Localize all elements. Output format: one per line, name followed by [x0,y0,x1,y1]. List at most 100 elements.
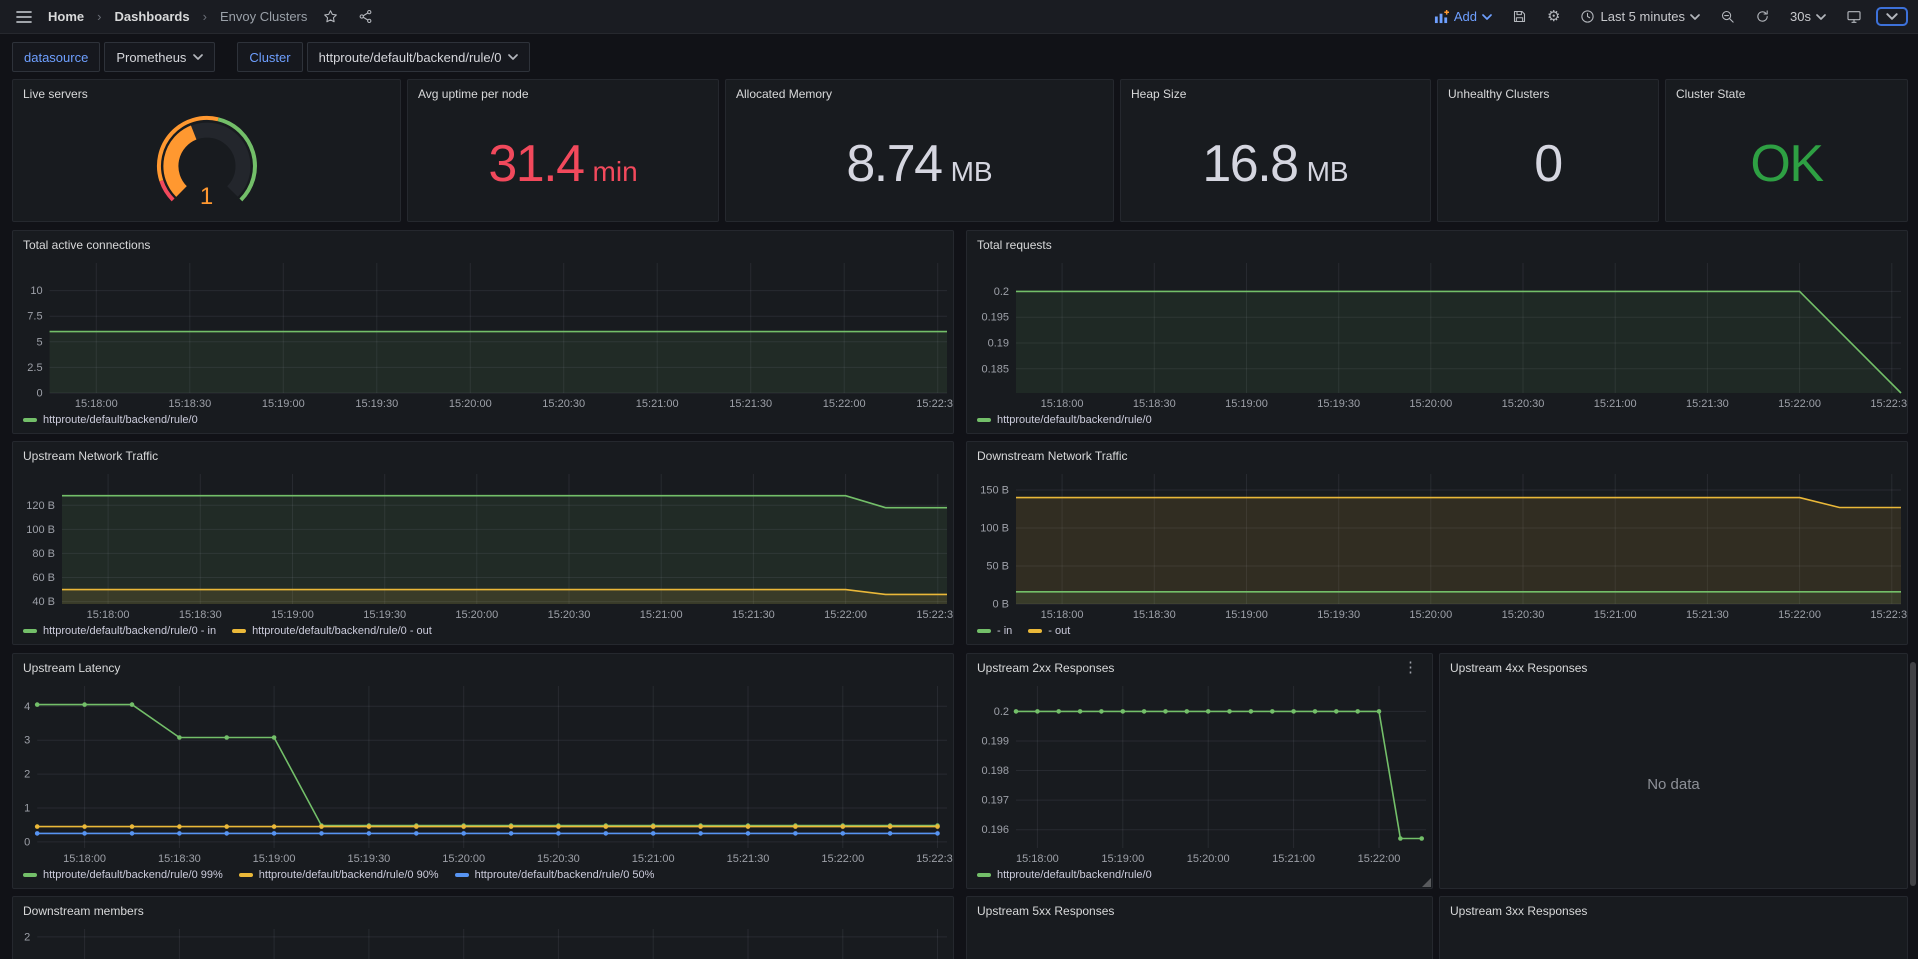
panel-title[interactable]: Avg uptime per node [408,80,718,106]
svg-text:120 B: 120 B [26,500,55,512]
time-range-picker[interactable]: Last 5 minutes [1574,5,1706,28]
svg-text:80 B: 80 B [32,548,55,560]
share-button[interactable] [352,5,379,28]
panel-cluster-state: Cluster State OK [1665,79,1908,222]
svg-text:15:21:30: 15:21:30 [1686,609,1729,621]
chart-upstream-3xx-responses[interactable] [1440,923,1907,959]
stat-value: OK [1750,138,1822,190]
svg-text:15:22:30: 15:22:30 [1870,398,1907,410]
svg-text:15:21:30: 15:21:30 [732,609,775,621]
chart-total-active-connections[interactable]: 15:18:0015:18:3015:19:0015:19:3015:20:00… [13,257,953,411]
svg-text:150 B: 150 B [980,485,1009,497]
legend-item[interactable]: httproute/default/backend/rule/0 90% [239,869,439,881]
panel-title[interactable]: Upstream Latency [13,654,953,680]
svg-text:15:18:00: 15:18:00 [1041,609,1084,621]
svg-text:15:21:30: 15:21:30 [729,398,772,410]
chart-legend: httproute/default/backend/rule/0 - in htt… [13,622,953,644]
breadcrumb-home[interactable]: Home [46,9,86,24]
legend-item[interactable]: httproute/default/backend/rule/0 [23,414,198,426]
svg-text:15:19:30: 15:19:30 [347,853,390,865]
chart-upstream-2xx-responses[interactable]: 15:18:0015:19:0015:20:0015:21:0015:22:00… [967,680,1432,866]
svg-text:15:19:00: 15:19:00 [1101,853,1144,865]
chart-legend: httproute/default/backend/rule/0 99% http… [13,866,953,888]
legend-swatch [239,873,253,877]
variable-datasource-select[interactable]: Prometheus [104,42,215,72]
refresh-icon [1755,9,1770,24]
svg-text:15:22:00: 15:22:00 [1358,853,1401,865]
stat-value: 31.4 [488,138,583,190]
panel-title[interactable]: Cluster State [1666,80,1907,106]
breadcrumb-dashboards[interactable]: Dashboards [112,9,191,24]
legend-item[interactable]: - in [977,625,1012,637]
favorite-button[interactable] [317,5,344,28]
chart-upstream-5xx-responses[interactable] [967,923,1432,959]
svg-text:15:20:00: 15:20:00 [1409,398,1452,410]
refresh-button[interactable] [1749,5,1776,28]
svg-text:0 B: 0 B [992,599,1009,611]
legend-item[interactable]: httproute/default/backend/rule/0 - out [232,625,432,637]
gauge-value: 1 [13,183,400,211]
panel-upstream-3xx-responses: Upstream 3xx Responses [1439,896,1908,959]
panel-title[interactable]: Upstream 3xx Responses [1440,897,1907,923]
menu-button[interactable] [10,6,38,28]
panel-title[interactable]: Upstream 2xx Responses ⋮ [967,654,1432,680]
variable-cluster-select[interactable]: httproute/default/backend/rule/0 [307,42,531,72]
panel-title[interactable]: Downstream members [13,897,953,923]
zoom-out-button[interactable] [1714,5,1741,28]
kiosk-mode-button[interactable] [1840,5,1868,29]
panel-title[interactable]: Upstream Network Traffic [13,442,953,468]
panel-resize-handle[interactable] [1422,878,1431,887]
legend-item[interactable]: httproute/default/backend/rule/0 - in [23,625,216,637]
panel-title[interactable]: Upstream 5xx Responses [967,897,1432,923]
panel-title[interactable]: Total active connections [13,231,953,257]
legend-swatch [232,629,246,633]
refresh-interval-dropdown[interactable]: 30s [1784,5,1832,28]
save-dashboard-button[interactable] [1506,5,1533,28]
svg-text:0.196: 0.196 [981,824,1009,836]
refresh-interval-label: 30s [1790,9,1811,24]
legend-item[interactable]: - out [1028,625,1070,637]
chart-upstream-latency[interactable]: 15:18:0015:18:3015:19:0015:19:3015:20:00… [13,680,953,866]
breadcrumb-separator: › [200,9,210,24]
svg-text:15:19:30: 15:19:30 [1317,609,1360,621]
legend-item[interactable]: httproute/default/backend/rule/0 [977,869,1152,881]
panel-title[interactable]: Heap Size [1121,80,1430,106]
chart-total-requests[interactable]: 15:18:0015:18:3015:19:0015:19:3015:20:00… [967,257,1907,411]
chart-downstream-members[interactable]: 2 [13,923,953,959]
page-scrollbar[interactable] [1910,662,1916,886]
panel-title[interactable]: Unhealthy Clusters [1438,80,1658,106]
variable-datasource: datasource Prometheus [12,42,215,72]
panel-title[interactable]: Total requests [967,231,1907,257]
svg-text:15:20:00: 15:20:00 [449,398,492,410]
legend-item[interactable]: httproute/default/backend/rule/0 99% [23,869,223,881]
panel-title[interactable]: Upstream 4xx Responses [1440,654,1907,680]
svg-text:5: 5 [36,336,42,348]
svg-text:15:19:00: 15:19:00 [1225,609,1268,621]
add-panel-button[interactable]: Add [1428,5,1498,28]
panel-title[interactable]: Live servers [13,80,400,106]
svg-text:15:21:30: 15:21:30 [1686,398,1729,410]
panel-title[interactable]: Allocated Memory [726,80,1113,106]
legend-item[interactable]: httproute/default/backend/rule/0 50% [455,869,655,881]
collapse-topbar-button[interactable] [1876,7,1908,26]
legend-item[interactable]: httproute/default/backend/rule/0 [977,414,1152,426]
panel-upstream-network-traffic: Upstream Network Traffic 15:18:0015:18:3… [12,441,954,645]
panel-menu-icon[interactable]: ⋮ [1399,655,1422,680]
svg-text:15:18:00: 15:18:00 [1041,398,1084,410]
gear-icon: ⚙ [1547,9,1560,24]
chart-downstream-network-traffic[interactable]: 15:18:0015:18:3015:19:0015:19:3015:20:00… [967,468,1907,622]
svg-text:15:18:30: 15:18:30 [168,398,211,410]
svg-text:15:22:00: 15:22:00 [823,398,866,410]
legend-swatch [23,873,37,877]
panel-title[interactable]: Downstream Network Traffic [967,442,1907,468]
svg-text:15:18:00: 15:18:00 [75,398,118,410]
svg-text:15:21:00: 15:21:00 [632,853,675,865]
svg-text:15:21:00: 15:21:00 [640,609,683,621]
svg-text:15:19:00: 15:19:00 [1225,398,1268,410]
chart-upstream-network-traffic[interactable]: 15:18:0015:18:3015:19:0015:19:3015:20:00… [13,468,953,622]
svg-text:15:20:30: 15:20:30 [548,609,591,621]
svg-text:0.199: 0.199 [981,736,1009,748]
stat-unit: min [593,156,638,188]
svg-text:15:22:00: 15:22:00 [1778,398,1821,410]
dashboard-settings-button[interactable]: ⚙ [1541,5,1566,28]
